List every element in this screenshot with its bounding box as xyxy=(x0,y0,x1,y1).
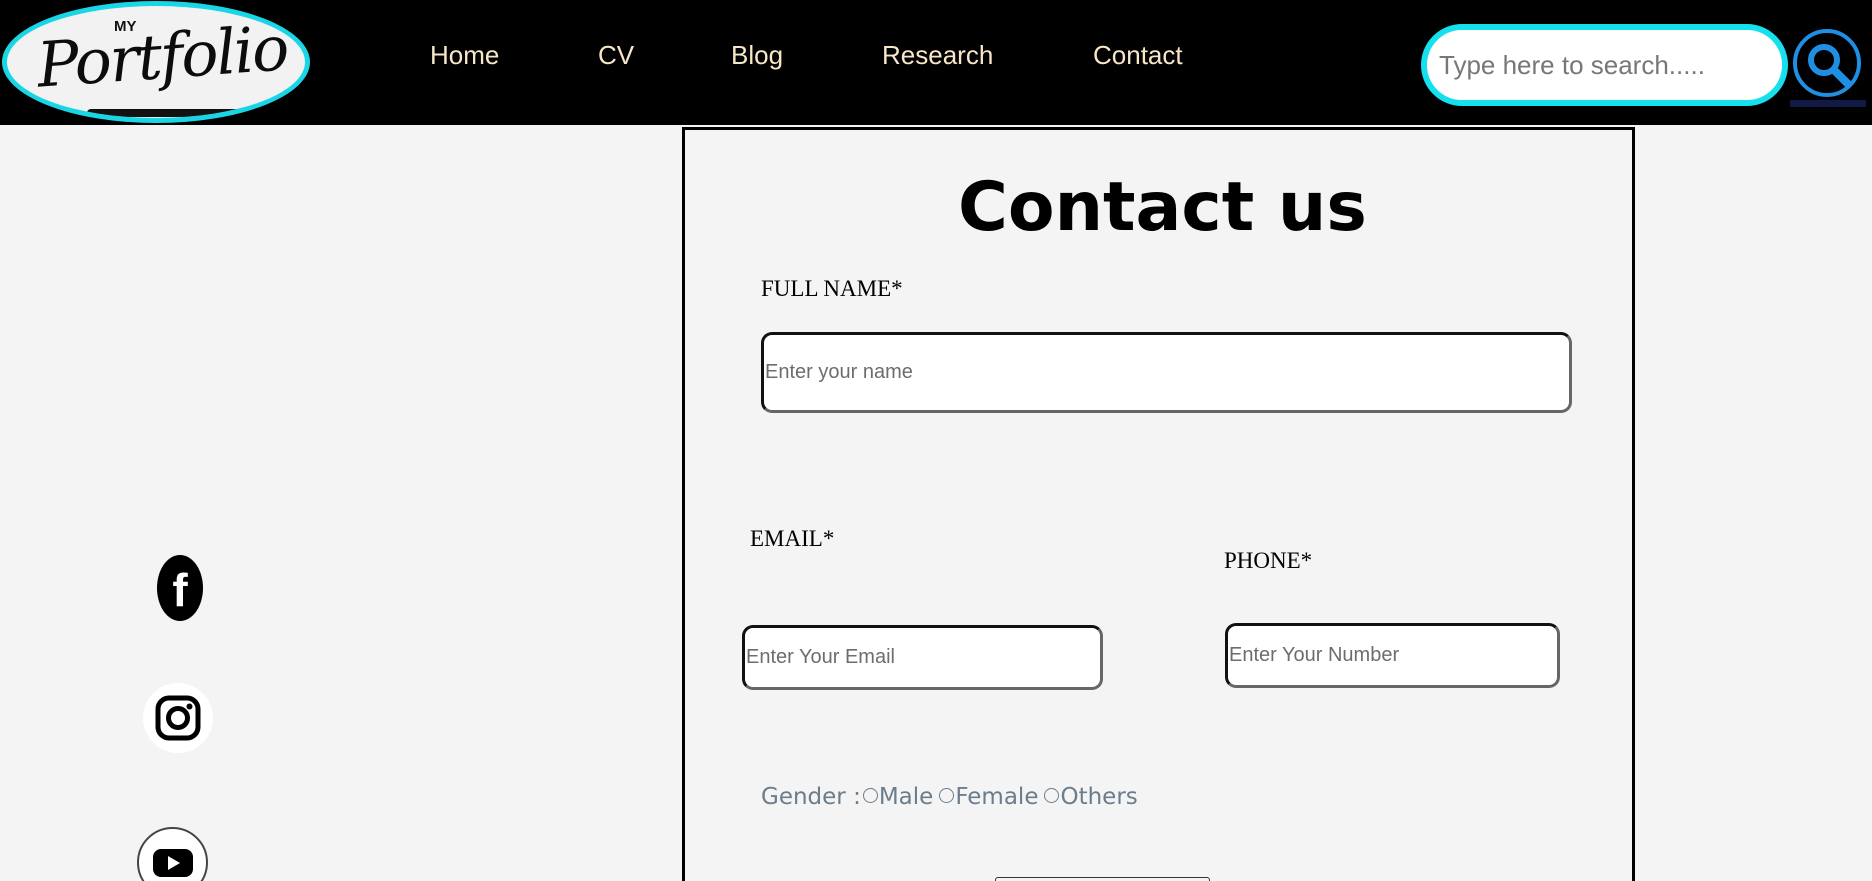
email-label: EMAIL* xyxy=(750,526,835,551)
full-name-label: FULL NAME* xyxy=(761,276,903,301)
search-strip xyxy=(1790,100,1866,107)
phone-field[interactable] xyxy=(1225,623,1560,688)
gender-others-label: Others xyxy=(1060,784,1138,810)
facebook-icon: f xyxy=(172,564,188,616)
gender-option-others[interactable]: Others xyxy=(1042,784,1138,810)
portfolio-logo[interactable]: MY Portfolio xyxy=(2,1,310,123)
youtube-icon xyxy=(153,849,193,877)
submit-button[interactable] xyxy=(995,877,1210,881)
logo-word: Portfolio xyxy=(34,11,290,102)
nav-contact[interactable]: Contact xyxy=(1093,40,1183,71)
search-icon xyxy=(1808,44,1852,88)
gender-male-label: Male xyxy=(878,784,934,810)
nav-blog[interactable]: Blog xyxy=(731,40,783,71)
nav-cv[interactable]: CV xyxy=(598,40,634,71)
instagram-icon xyxy=(155,695,201,741)
gender-label: Gender : xyxy=(761,784,861,810)
phone-label: PHONE* xyxy=(1224,548,1313,573)
search-input[interactable] xyxy=(1421,24,1788,106)
gender-option-female[interactable]: Female xyxy=(937,784,1038,810)
facebook-link[interactable]: f xyxy=(157,555,203,621)
email-field[interactable] xyxy=(742,625,1103,690)
radio-female[interactable] xyxy=(939,787,955,803)
logo-brush-stroke xyxy=(87,109,257,117)
radio-male[interactable] xyxy=(862,787,878,803)
nav-research[interactable]: Research xyxy=(882,40,993,71)
search-button[interactable] xyxy=(1793,29,1861,97)
nav-home[interactable]: Home xyxy=(430,40,499,71)
full-name-field[interactable] xyxy=(761,332,1572,413)
youtube-link[interactable] xyxy=(137,827,208,881)
gender-female-label: Female xyxy=(955,784,1039,810)
instagram-link[interactable] xyxy=(143,683,213,753)
radio-others[interactable] xyxy=(1044,787,1060,803)
gender-option-male[interactable]: Male xyxy=(861,784,933,810)
site-header: MY Portfolio Home CV Blog Research Conta… xyxy=(0,0,1872,125)
page-title: Contact us xyxy=(958,168,1367,247)
gender-group: Gender : Male Female Others xyxy=(761,784,1142,810)
